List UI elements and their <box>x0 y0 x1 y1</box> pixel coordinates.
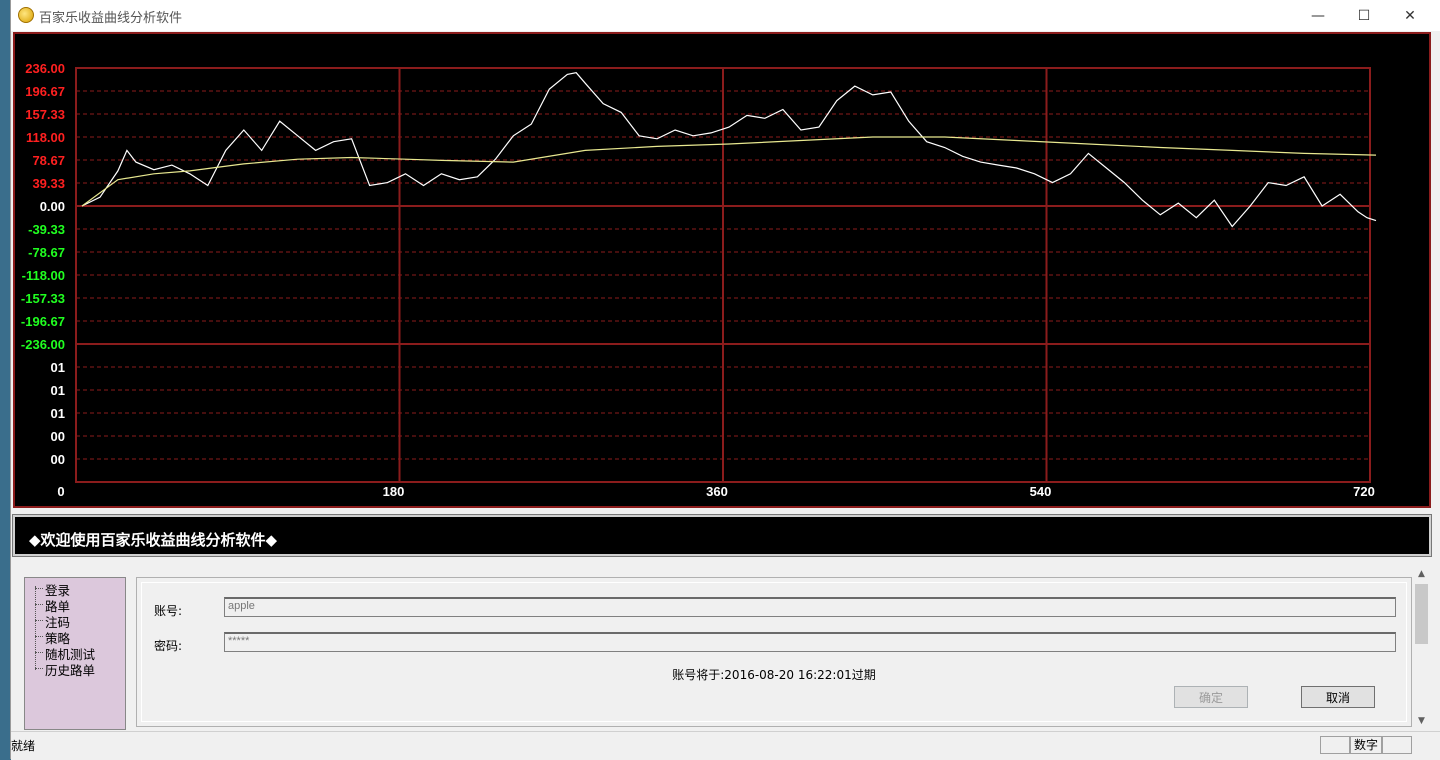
tree-branch <box>35 588 43 589</box>
y-tick-label: -157.33 <box>21 291 65 306</box>
profit-curve-chart: 236.00 196.67 157.33 118.00 78.67 39.33 0.00 -3… <box>13 32 1431 508</box>
y-tick-label: 118.00 <box>26 130 65 145</box>
y-tick-label: 01 <box>51 406 65 421</box>
status-text: 就绪 <box>11 739 36 753</box>
status-pane-empty2 <box>1382 736 1412 754</box>
y-tick-label: 0.00 <box>40 199 65 214</box>
profit-series-line <box>81 72 1377 228</box>
scroll-up-icon[interactable]: ▲ <box>1413 566 1430 583</box>
y-tick-label: -78.67 <box>28 245 65 260</box>
y-tick-label: -39.33 <box>28 222 65 237</box>
y-tick-label: 196.67 <box>25 84 65 99</box>
x-tick-label: 360 <box>706 484 728 499</box>
tree-item-history[interactable]: 历史路单 <box>45 660 95 679</box>
y-tick-label: 01 <box>51 383 65 398</box>
title-bar: 百家乐收益曲线分析软件 — ☐ ✕ <box>11 0 1440 31</box>
tree-branch <box>35 652 43 653</box>
status-bar: 就绪 数字 <box>11 731 1440 760</box>
account-input[interactable]: apple <box>224 597 1396 617</box>
password-input[interactable]: ***** <box>224 632 1396 652</box>
y-tick-label: 00 <box>51 429 65 444</box>
y-tick-label: -236.00 <box>21 337 65 352</box>
y-tick-label: -196.67 <box>21 314 65 329</box>
y-tick-label: 78.67 <box>32 153 65 168</box>
tree-branch <box>35 636 43 637</box>
form-inner: 账号: apple 密码: ***** 账号将于:2016-08-20 16:2… <box>141 582 1407 722</box>
status-pane-empty <box>1320 736 1350 754</box>
maximize-button[interactable]: ☐ <box>1341 0 1387 31</box>
x-tick-label: 720 <box>1353 484 1375 499</box>
login-form: 账号: apple 密码: ***** 账号将于:2016-08-20 16:2… <box>136 577 1412 727</box>
expire-notice: 账号将于:2016-08-20 16:22:01过期 <box>672 668 876 682</box>
account-label: 账号: <box>154 604 183 618</box>
nav-tree: 登录 路单 注码 策略 随机测试 历史路单 <box>24 577 126 730</box>
welcome-banner: ◆欢迎使用百家乐收益曲线分析软件◆ <box>12 514 1432 557</box>
main-window: 百家乐收益曲线分析软件 — ☐ ✕ 236.00 196.67 157.33 118.… <box>10 0 1440 760</box>
close-button[interactable]: ✕ <box>1387 0 1433 31</box>
app-icon <box>18 7 34 23</box>
chart-svg: 236.00 196.67 157.33 118.00 78.67 39.33 0.00 -3… <box>21 61 1377 499</box>
scroll-down-icon[interactable]: ▼ <box>1413 713 1430 730</box>
tree-connector <box>35 586 37 670</box>
y-tick-label: 157.33 <box>25 107 65 122</box>
vertical-scrollbar[interactable]: ▲ ▼ <box>1413 566 1430 730</box>
ok-button[interactable]: 确定 <box>1174 686 1248 708</box>
minimize-button[interactable]: — <box>1295 0 1341 31</box>
password-label: 密码: <box>154 639 183 653</box>
x-tick-label: 0 <box>57 484 64 499</box>
y-tick-label: 236.00 <box>25 61 65 76</box>
tree-branch <box>35 620 43 621</box>
y-tick-label: 39.33 <box>32 176 65 191</box>
window-title: 百家乐收益曲线分析软件 <box>39 11 183 26</box>
scroll-thumb[interactable] <box>1415 584 1428 644</box>
x-tick-label: 180 <box>383 484 405 499</box>
tree-branch <box>35 604 43 605</box>
welcome-message: ◆欢迎使用百家乐收益曲线分析软件◆ <box>29 531 278 549</box>
x-tick-label: 540 <box>1030 484 1052 499</box>
tree-branch <box>35 668 43 669</box>
cancel-button[interactable]: 取消 <box>1301 686 1375 708</box>
y-tick-label: 00 <box>51 452 65 467</box>
y-tick-label: -118.00 <box>22 268 65 283</box>
average-series-line <box>81 136 1377 207</box>
status-pane-num: 数字 <box>1350 736 1382 754</box>
y-tick-label: 01 <box>51 360 65 375</box>
